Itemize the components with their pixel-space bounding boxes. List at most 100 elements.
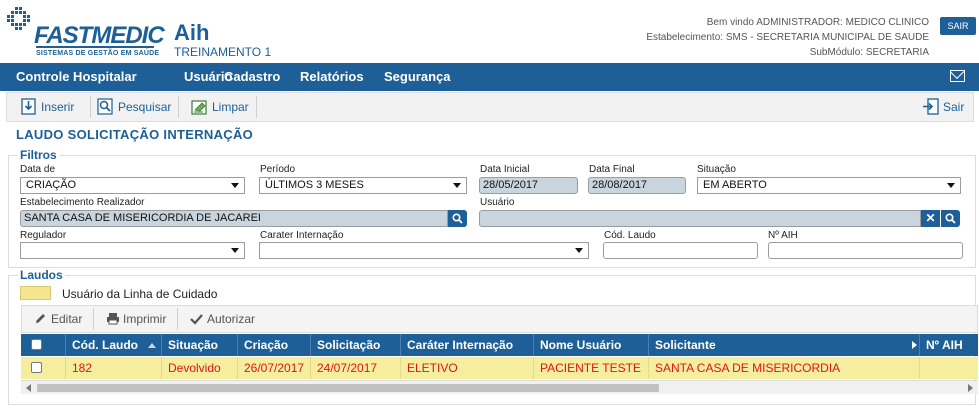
n-aih-label: Nº AIH: [768, 230, 798, 241]
search-icon: [452, 213, 463, 224]
clear-button[interactable]: Limpar: [188, 93, 249, 121]
select-all-checkbox[interactable]: [31, 339, 42, 350]
legend-item-label: Usuário da Linha de Cuidado: [62, 287, 218, 301]
logout-button[interactable]: SAIR: [940, 17, 976, 35]
fastmedic-logo: FASTMEDIC SISTEMAS DE GESTÃO EM SAÚDE: [6, 6, 165, 58]
chevron-down-icon: [947, 183, 955, 188]
scroll-right-icon[interactable]: [968, 384, 973, 392]
carater-label: Carater Internação: [260, 230, 344, 241]
exit-label: Sair: [943, 100, 965, 114]
data-de-label: Data de: [20, 164, 56, 175]
col-header-solicitante[interactable]: Solicitante: [649, 334, 920, 356]
logo-underline: [36, 46, 154, 48]
exit-button[interactable]: Sair: [919, 93, 964, 121]
regulador-select[interactable]: [20, 242, 245, 259]
authorize-button[interactable]: Autorizar: [190, 306, 255, 332]
insert-label: Inserir: [41, 100, 75, 114]
carater-select[interactable]: [259, 242, 589, 259]
cod-laudo-label: Cód. Laudo: [604, 230, 656, 241]
cell-cod-laudo: 182: [66, 357, 162, 379]
col-header-label: Solicitação: [317, 338, 381, 352]
situacao-value: EM ABERTO: [703, 179, 767, 191]
col-header-n-aih[interactable]: Nº AIH: [920, 334, 978, 356]
scroll-left-icon[interactable]: [26, 384, 31, 392]
search-button[interactable]: Pesquisar: [94, 93, 171, 121]
edit-label: Editar: [51, 312, 83, 326]
usuario-clear-button[interactable]: ✕: [921, 210, 940, 227]
toolbar-divider: [177, 308, 178, 330]
cell-n-aih: [920, 357, 978, 379]
usuario-field[interactable]: [479, 210, 921, 227]
data-de-select[interactable]: CRIAÇÃO: [20, 177, 245, 194]
data-inicial-field[interactable]: 28/05/2017: [479, 177, 578, 194]
grid-toolbar: Editar Imprimir Autorizar: [21, 305, 978, 333]
filters-legend: Filtros: [18, 148, 59, 162]
edit-button[interactable]: Editar: [34, 306, 82, 332]
data-de-value: CRIAÇÃO: [26, 179, 77, 191]
legend-color-swatch: [20, 286, 51, 300]
toolbar-divider: [256, 96, 257, 118]
col-header-solicitacao[interactable]: Solicitação: [311, 334, 401, 356]
col-header-carater[interactable]: Caráter Internação: [401, 334, 534, 356]
col-header-label: Cód. Laudo: [72, 338, 138, 352]
row-checkbox[interactable]: [31, 362, 42, 373]
eraser-icon: [191, 100, 207, 115]
page-title: LAUDO SOLICITAÇÃO INTERNAÇÃO: [16, 127, 254, 142]
main-nav: Controle Hospitalar Usuário Cadastro Rel…: [0, 63, 979, 91]
submodule-text: SubMódulo: SECRETARIA: [809, 47, 929, 58]
n-aih-field[interactable]: [768, 242, 963, 259]
situacao-select[interactable]: EM ABERTO: [697, 177, 961, 194]
search-icon: [945, 213, 956, 224]
nav-item-cadastro[interactable]: Cadastro: [224, 63, 280, 91]
logo-subtitle: SISTEMAS DE GESTÃO EM SAÚDE: [36, 50, 160, 57]
periodo-value: ÚLTIMOS 3 MESES: [265, 179, 364, 191]
col-header-label: Situação: [168, 338, 219, 352]
mail-icon[interactable]: [950, 70, 965, 82]
table-row[interactable]: 182 Devolvido 26/07/2017 24/07/2017 ELET…: [21, 357, 978, 379]
header: FASTMEDIC SISTEMAS DE GESTÃO EM SAÚDE Ai…: [0, 0, 979, 63]
search-icon: [97, 98, 113, 115]
estab-label: Estabelecimento Realizador: [20, 197, 145, 208]
app-subtitle: TREINAMENTO 1: [174, 45, 272, 59]
col-header-criacao[interactable]: Criação: [238, 334, 311, 356]
chevron-down-icon: [453, 183, 461, 188]
sort-asc-icon: [148, 343, 156, 348]
cell-nome-usuario: PACIENTE TESTE: [534, 357, 649, 379]
action-toolbar: Inserir Pesquisar Limpar Sair: [6, 92, 974, 122]
logo-cross-icon: [7, 7, 30, 30]
col-header-situacao[interactable]: Situação: [162, 334, 238, 356]
insert-icon: [21, 98, 36, 115]
laudos-legend: Laudos: [18, 268, 65, 282]
authorize-label: Autorizar: [207, 312, 256, 326]
periodo-select[interactable]: ÚLTIMOS 3 MESES: [259, 177, 467, 194]
chevron-down-icon: [231, 248, 239, 253]
col-header-cod-laudo[interactable]: Cód. Laudo: [66, 334, 162, 356]
col-header-nome-usuario[interactable]: Nome Usuário: [534, 334, 649, 356]
chevron-down-icon: [575, 248, 583, 253]
estab-search-button[interactable]: [448, 210, 467, 227]
checkmark-icon: [190, 314, 203, 325]
pencil-icon: [36, 314, 45, 323]
row-select-cell: [21, 357, 66, 379]
insert-button[interactable]: Inserir: [17, 93, 74, 121]
nav-item-controle-hospitalar[interactable]: Controle Hospitalar: [16, 63, 137, 91]
nav-item-seguranca[interactable]: Segurança: [384, 63, 450, 91]
print-button[interactable]: Imprimir: [106, 306, 166, 332]
estab-field[interactable]: SANTA CASA DE MISERICORDIA DE JACAREI: [20, 210, 448, 227]
horizontal-scrollbar[interactable]: [21, 380, 978, 394]
col-header-label: Caráter Internação: [407, 338, 514, 352]
nav-item-relatorios[interactable]: Relatórios: [300, 63, 364, 91]
grid-header: Cód. Laudo Situação Criação Solicitação …: [21, 334, 978, 356]
scrollbar-thumb[interactable]: [37, 384, 659, 392]
situacao-label: Situação: [697, 164, 736, 175]
app-title: Aih: [174, 20, 210, 45]
usuario-search-button[interactable]: [941, 210, 960, 227]
printer-icon: [107, 313, 119, 325]
toolbar-divider: [93, 308, 94, 330]
data-final-field[interactable]: 28/08/2017: [588, 177, 686, 194]
toolbar-divider: [178, 96, 179, 118]
caret-right-icon: [912, 341, 917, 349]
col-header-label: Nº AIH: [926, 338, 963, 352]
select-all-cell: [21, 334, 66, 356]
cod-laudo-field[interactable]: [603, 242, 758, 259]
